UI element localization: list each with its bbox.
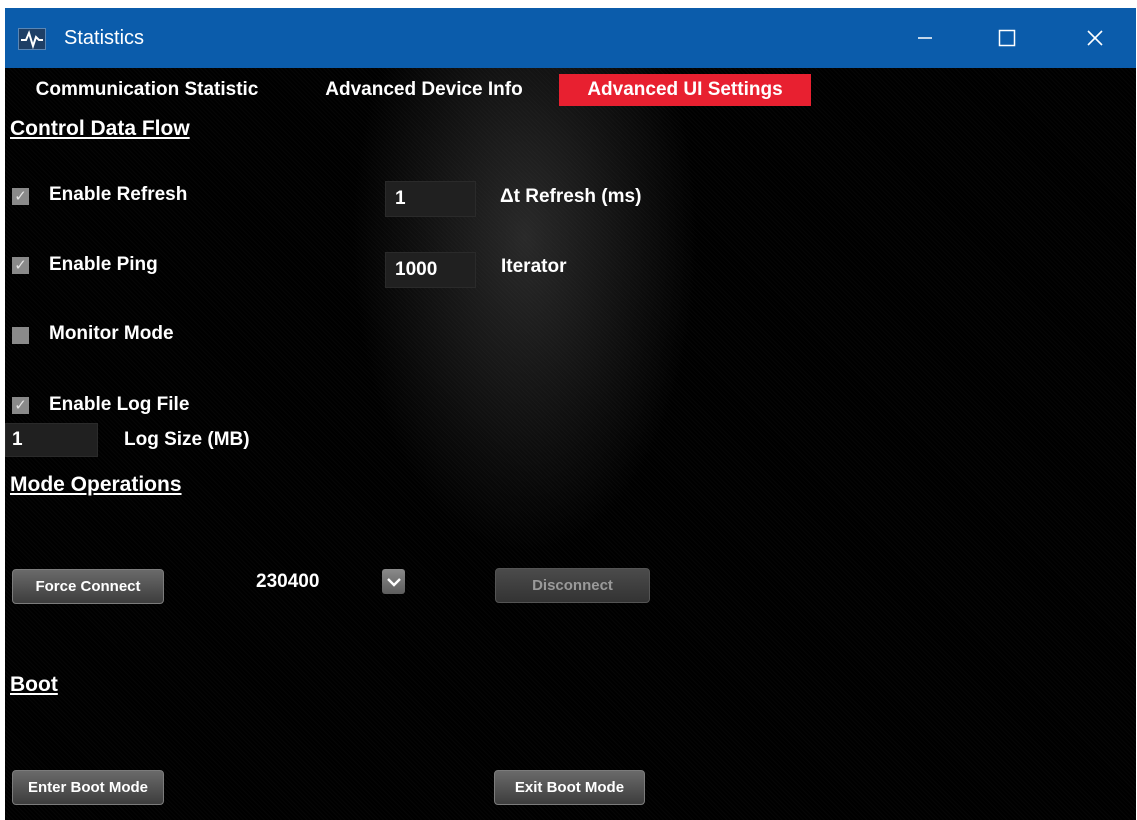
title-bar[interactable]: Statistics <box>5 8 1136 68</box>
baud-rate-dropdown-button[interactable] <box>382 569 405 594</box>
monitor-mode-checkbox[interactable] <box>12 327 29 344</box>
baud-rate-select[interactable]: 230400 <box>256 571 319 593</box>
enable-refresh-checkbox[interactable]: ✓ <box>12 188 29 205</box>
enable-log-file-checkbox[interactable]: ✓ <box>12 397 29 414</box>
log-size-input[interactable]: 1 <box>5 423 98 457</box>
close-icon <box>1087 30 1103 46</box>
tab-communication-statistic[interactable]: Communication Statistic <box>13 74 281 106</box>
statistics-window: Statistics Communication Statistic Advan… <box>5 8 1136 820</box>
close-button[interactable] <box>1055 8 1135 68</box>
enable-ping-label: Enable Ping <box>49 254 158 275</box>
boot-heading: Boot <box>10 673 58 696</box>
waveform-icon <box>18 28 46 50</box>
refresh-interval-label: Δt Refresh (ms) <box>500 186 642 207</box>
tab-advanced-device-info[interactable]: Advanced Device Info <box>293 74 555 106</box>
enable-log-file-label: Enable Log File <box>49 394 190 415</box>
minimize-button[interactable] <box>885 8 965 68</box>
window-title: Statistics <box>64 27 145 49</box>
maximize-button[interactable] <box>967 8 1047 68</box>
enable-ping-checkbox[interactable]: ✓ <box>12 257 29 274</box>
iterator-label: Iterator <box>501 256 567 277</box>
refresh-interval-input[interactable]: 1 <box>385 181 476 217</box>
exit-boot-mode-button[interactable]: Exit Boot Mode <box>494 770 645 805</box>
settings-content: Communication Statistic Advanced Device … <box>5 68 1136 820</box>
log-size-label: Log Size (MB) <box>124 429 250 450</box>
disconnect-button[interactable]: Disconnect <box>495 568 650 603</box>
enter-boot-mode-button[interactable]: Enter Boot Mode <box>12 770 164 805</box>
iterator-input[interactable]: 1000 <box>385 252 476 288</box>
chevron-down-icon <box>386 577 401 587</box>
maximize-icon <box>998 29 1016 47</box>
minimize-icon <box>918 37 932 39</box>
tab-advanced-ui-settings[interactable]: Advanced UI Settings <box>559 74 811 106</box>
force-connect-button[interactable]: Force Connect <box>12 569 164 604</box>
mode-operations-heading: Mode Operations <box>10 473 182 496</box>
control-data-flow-heading: Control Data Flow <box>10 117 190 140</box>
enable-refresh-label: Enable Refresh <box>49 184 188 205</box>
monitor-mode-label: Monitor Mode <box>49 323 174 344</box>
